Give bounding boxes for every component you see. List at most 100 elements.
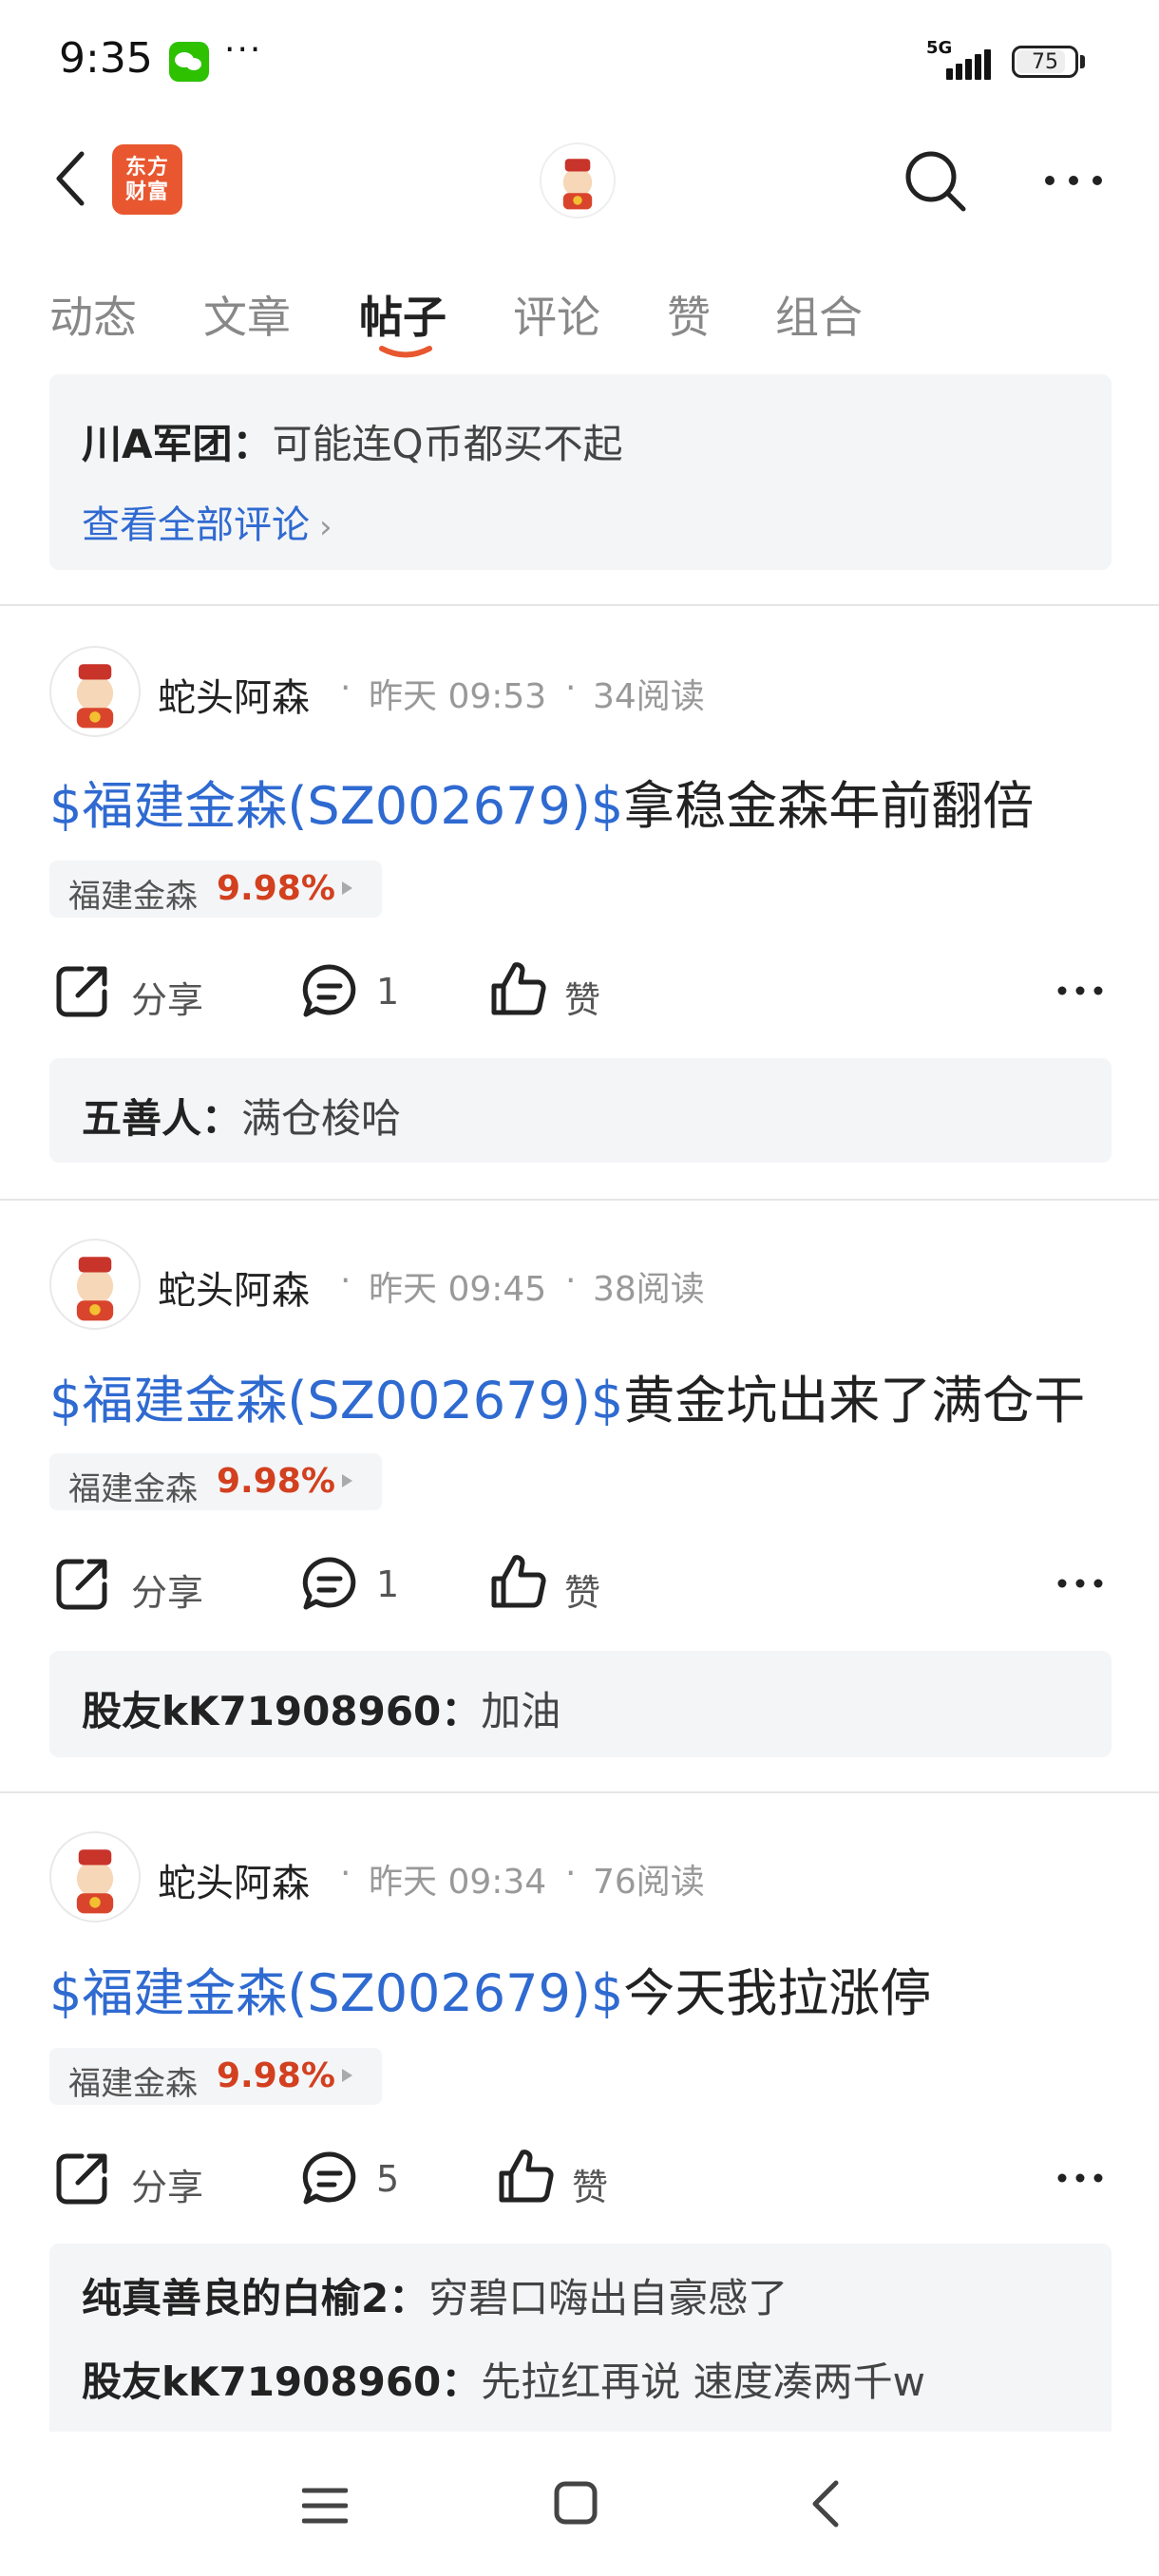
caret-right-icon [342,881,352,895]
post-more-icon[interactable] [1056,2171,1104,2185]
comment-preview-card[interactable]: 五善人：满仓梭哈 [49,1058,1112,1163]
divider [0,604,1159,606]
chevron-right-icon: › [319,508,332,546]
back-arrow-icon[interactable] [53,150,87,207]
meta-separator: · [565,1854,577,1893]
caret-right-icon [342,1474,352,1487]
wechat-notification-icon [169,42,209,82]
more-options-icon[interactable] [1040,161,1107,199]
tab-posts[interactable]: 帖子 [359,283,446,346]
battery-tip [1080,55,1085,68]
comment-icon[interactable] [300,2149,359,2207]
read-count: 76阅读 [593,1863,705,1902]
author-avatar[interactable] [49,1239,141,1330]
read-count: 34阅读 [593,677,705,716]
comment-user[interactable]: 股友kK71908960： [82,1688,481,1734]
read-count: 38阅读 [593,1270,705,1309]
author-avatar[interactable] [49,1831,141,1923]
post-time: 昨天 09:34 [369,1863,547,1902]
comment-user[interactable]: 纯真善良的白榆2： [82,2275,428,2321]
stock-change: 9.98% [217,1462,335,1501]
view-all-comments-link[interactable]: 查看全部评论 › [82,494,332,549]
divider [0,1791,1159,1793]
comment-preview-card[interactable]: 川A军团：可能连Q币都买不起 查看全部评论 › [49,374,1112,570]
tab-articles[interactable]: 文章 [203,283,291,346]
stock-change: 9.98% [217,2056,335,2095]
post-title[interactable]: $福建金森(SZ002679)$拿稳金森年前翻倍 [49,764,1034,839]
like-label[interactable]: 赞 [572,2158,608,2210]
status-time: 9:35 [59,34,153,83]
comment-icon[interactable] [300,1554,359,1613]
tab-portfolios[interactable]: 组合 [775,283,863,346]
like-icon[interactable] [488,1552,547,1611]
comment-line: 五善人：满仓梭哈 [82,1087,401,1145]
author-name[interactable]: 蛇头阿森 [158,667,310,722]
comment-user[interactable]: 川A军团： [82,421,273,467]
share-icon[interactable] [53,961,112,1020]
meta-separator: · [340,1854,352,1893]
like-icon[interactable] [488,959,547,1018]
share-icon[interactable] [53,1554,112,1613]
more-notifications-icon: ··· [224,30,263,69]
comment-text: 加油 [481,1688,561,1734]
comment-text: 可能连Q币都买不起 [272,421,623,467]
post-more-icon[interactable] [1056,1577,1104,1590]
meta-separator: · [340,1261,352,1300]
author-name[interactable]: 蛇头阿森 [158,1260,310,1315]
stock-tag[interactable]: 福建金森 9.98% [49,2048,382,2105]
battery-icon: 75 [1012,46,1078,78]
stock-tag[interactable]: 福建金森 9.98% [49,861,382,918]
stock-link[interactable]: $福建金森(SZ002679)$ [49,776,623,836]
tab-comments[interactable]: 评论 [513,283,600,346]
comment-count[interactable]: 5 [376,2158,399,2200]
tab-likes[interactable]: 赞 [667,283,711,346]
like-label[interactable]: 赞 [564,971,600,1023]
comment-preview-card[interactable]: 纯真善良的白榆2：穷碧口嗨出自豪感了 股友kK71908960：先拉红再说 速度… [49,2244,1112,2434]
share-icon[interactable] [53,2149,112,2207]
comment-line: 股友kK71908960：先拉红再说 速度凑两千w [82,2350,925,2408]
like-label[interactable]: 赞 [564,1563,600,1616]
stock-change: 9.98% [217,869,335,908]
post-time: 昨天 09:53 [369,677,547,716]
signal-icon [933,47,999,80]
search-icon[interactable] [902,148,969,215]
comment-preview-card[interactable]: 股友kK71908960：加油 [49,1651,1112,1757]
comment-count[interactable]: 1 [376,1563,399,1605]
active-tab-indicator [379,346,432,358]
post-title[interactable]: $福建金森(SZ002679)$今天我拉涨停 [49,1951,931,2026]
share-label[interactable]: 分享 [131,1563,203,1616]
meta-separator: · [565,669,577,708]
stock-link[interactable]: $福建金森(SZ002679)$ [49,1371,623,1430]
comment-user[interactable]: 五善人： [82,1095,241,1142]
post-title[interactable]: $福建金森(SZ002679)$黄金坑出来了满仓干 [49,1358,1085,1433]
meta-separator: · [565,1261,577,1300]
post-more-icon[interactable] [1056,984,1104,997]
profile-avatar[interactable] [540,142,616,218]
stock-link[interactable]: $福建金森(SZ002679)$ [49,1963,623,2023]
menu-icon[interactable] [302,2487,348,2525]
tab-dynamics[interactable]: 动态 [49,283,137,346]
comment-line: 川A军团：可能连Q币都买不起 [82,412,623,470]
post-time: 昨天 09:45 [369,1270,547,1309]
share-label[interactable]: 分享 [131,971,203,1023]
comment-icon[interactable] [300,961,359,1020]
battery-level: 75 [1032,50,1058,74]
comment-line: 纯真善良的白榆2：穷碧口嗨出自豪感了 [82,2266,788,2324]
comment-text: 先拉红再说 速度凑两千w [481,2358,925,2405]
like-icon[interactable] [496,2147,555,2206]
stock-tag[interactable]: 福建金森 9.98% [49,1453,382,1510]
author-avatar[interactable] [49,646,141,737]
home-icon[interactable] [554,2481,598,2525]
comment-line: 股友kK71908960：加油 [82,1679,560,1737]
comment-text: 穷碧口嗨出自豪感了 [428,2275,788,2321]
app-logo[interactable]: 东方 财富 [112,144,182,215]
share-label[interactable]: 分享 [131,2158,203,2210]
comment-user[interactable]: 股友kK71908960： [82,2358,481,2405]
divider [0,1199,1159,1201]
caret-right-icon [342,2069,352,2082]
comment-text: 满仓梭哈 [241,1095,402,1142]
comment-count[interactable]: 1 [376,971,399,1013]
author-name[interactable]: 蛇头阿森 [158,1852,310,1907]
meta-separator: · [340,669,352,708]
nav-back-icon[interactable] [809,2479,842,2529]
